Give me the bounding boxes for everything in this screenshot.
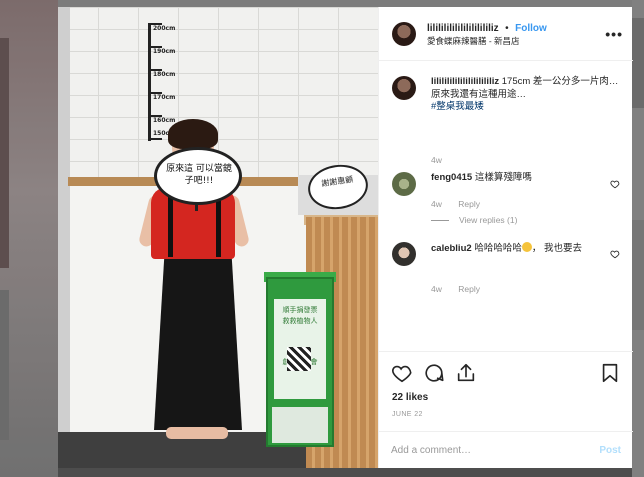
person-trousers (154, 252, 242, 430)
background-page-left (0, 0, 58, 477)
post-photo[interactable]: 200cm 190cm 180cm 170cm 160cm 150cm 謝謝惠顧… (58, 7, 378, 468)
person-hair (168, 119, 218, 149)
action-buttons (391, 362, 477, 384)
comments-list[interactable]: lilililililililililililiz 175cm 差一公分多一片肉… (379, 62, 633, 351)
background-page-bottom (58, 468, 632, 477)
bookmark-icon[interactable] (599, 362, 621, 384)
reply-button[interactable]: Reply (458, 199, 480, 209)
divider (431, 220, 449, 222)
avatar[interactable] (392, 172, 416, 196)
follow-button[interactable]: Follow (515, 23, 547, 34)
donation-text-2: 救救植物人 (282, 317, 318, 325)
post-modal: 200cm 190cm 180cm 170cm 160cm 150cm 謝謝惠顧… (58, 7, 633, 468)
hashtag-link[interactable]: #整桌我最矮 (431, 101, 484, 112)
person-strap (168, 197, 173, 257)
ruler-label: 200cm (153, 25, 176, 32)
caption-time[interactable]: 4w (431, 155, 442, 165)
background-thumbnail (0, 290, 9, 440)
caption-meta: 4w (431, 155, 456, 165)
smile-emoji-icon (521, 242, 532, 252)
donation-text-1: 順手捐發票 (282, 306, 318, 314)
speech-bubble-text: 原來這 可以當鏡子吧!!! (166, 164, 232, 186)
person-feet (166, 427, 228, 439)
reply-button[interactable]: Reply (458, 284, 480, 294)
ruler-tick (148, 138, 162, 140)
avatar[interactable] (392, 76, 416, 100)
qr-code (287, 347, 311, 371)
post-side-panel: lilililililililililililiz • Follow 愛食蝶麻辣… (378, 7, 633, 468)
door-frame (58, 7, 70, 432)
avatar[interactable] (392, 242, 416, 266)
comment-author[interactable]: calebliu2 (431, 243, 472, 254)
post-comment-button[interactable]: Post (599, 445, 621, 456)
heart-icon[interactable] (610, 179, 620, 189)
comment-meta: 4w Reply (431, 199, 494, 209)
header-info: lilililililililililililiz • Follow 愛食蝶麻辣… (427, 20, 547, 48)
avatar[interactable] (392, 21, 416, 46)
person-strap (216, 197, 221, 257)
comment-body: 這樣算殘障嗎 (474, 172, 532, 183)
comment-icon[interactable] (423, 362, 445, 384)
ruler-label: 180cm (153, 71, 176, 78)
ruler-bar (148, 23, 151, 141)
background-page-right (632, 0, 644, 477)
post-location[interactable]: 愛食蝶麻辣醫膳 - 新昌店 (427, 35, 547, 48)
comment-author[interactable]: feng0415 (431, 172, 472, 183)
comment-time[interactable]: 4w (431, 199, 442, 209)
comment-body-part-2: ， 我也要去 (531, 243, 582, 254)
caption-line-2: 原來我還有這種用途… (431, 88, 527, 100)
heart-icon[interactable] (610, 249, 620, 259)
sign-stick (195, 203, 198, 211)
more-options-icon[interactable]: ••• (605, 26, 623, 42)
comment-text: calebliu2 哈哈哈哈哈 ， 我也要去 (431, 242, 621, 256)
add-comment-bar: Post (379, 431, 633, 468)
donation-window (272, 407, 328, 443)
ruler-label: 160cm (153, 117, 176, 124)
post-date[interactable]: JUNE 22 (392, 411, 423, 418)
share-icon[interactable] (455, 362, 477, 384)
post-header: lilililililililililililiz • Follow 愛食蝶麻辣… (379, 7, 633, 61)
heart-icon[interactable] (391, 362, 413, 384)
likes-count[interactable]: 22 likes (392, 392, 428, 403)
background-thumbnail (0, 38, 9, 268)
ruler-label: 190cm (153, 48, 176, 55)
view-replies-label: View replies (1) (459, 215, 518, 225)
caption-author[interactable]: lilililililililililililiz (431, 76, 499, 87)
caption-line-1: 175cm 差一公分多一片肉… (501, 76, 619, 87)
background-thumbnail (632, 18, 644, 108)
post-author[interactable]: lilililililililililililiz (427, 23, 499, 34)
comment-input[interactable] (391, 444, 600, 456)
comment-text: feng0415 這樣算殘障嗎 (431, 172, 621, 185)
caption-text: lilililililililililililiz 175cm 差一公分多一片肉… (431, 76, 621, 114)
separator-dot: • (505, 22, 509, 34)
view-replies-button[interactable]: View replies (1) (431, 215, 517, 225)
comment-meta: 4w Reply (431, 284, 494, 294)
comment-body-part-1: 哈哈哈哈哈 (474, 243, 522, 254)
background-thumbnail (632, 220, 644, 330)
ruler-label: 170cm (153, 94, 176, 101)
post-actions: 22 likes JUNE 22 (379, 351, 633, 431)
comment-time[interactable]: 4w (431, 284, 442, 294)
